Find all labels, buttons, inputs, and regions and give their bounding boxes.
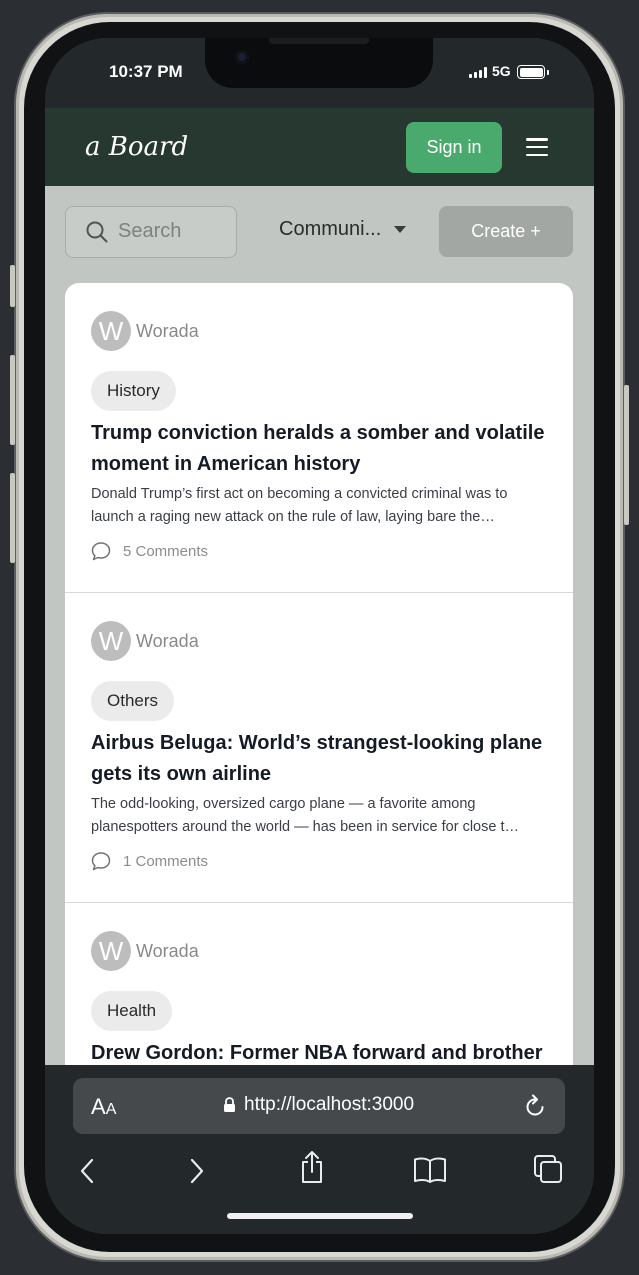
author-name: Worada [136,630,199,651]
browser-toolbar: AA http://localhost:3000 [45,1065,594,1234]
category-tag: Health [91,991,173,1031]
home-indicator[interactable] [227,1213,413,1219]
comments-link[interactable]: 1 Comments [91,851,208,871]
volume-down-button [10,473,15,563]
comments-link[interactable]: 5 Comments [91,541,208,561]
community-label: Communi... [279,218,382,240]
create-button[interactable]: Create + [439,206,573,257]
status-time: 10:37 PM [109,62,183,81]
lock-icon [224,1097,235,1112]
post-card[interactable]: W Worada History Trump conviction herald… [65,283,573,593]
search-icon [86,221,108,243]
post-card[interactable]: W Worada Health Drew Gordon: Former NBA … [65,903,573,1065]
volume-up-button [10,355,15,445]
post-title[interactable]: Airbus Beluga: World’s strangest-looking… [91,728,561,790]
chevron-down-icon [394,226,407,233]
url-text: http://localhost:3000 [244,1094,415,1115]
category-tag: History [91,371,176,411]
chevron-right-icon[interactable] [189,1158,205,1184]
community-dropdown[interactable]: Communi... [279,218,407,241]
signal-icon [469,67,487,78]
avatar: W [91,311,131,351]
speech-bubble-icon [91,852,111,871]
notch [205,38,433,88]
post-title[interactable]: Drew Gordon: Former NBA forward and brot… [91,1038,561,1065]
post-feed: W Worada History Trump conviction herald… [65,283,573,1065]
post-author: W Worada [91,621,199,661]
avatar: W [91,931,131,971]
category-tag: Others [91,681,175,721]
text-size-button[interactable]: AA [91,1094,116,1120]
mute-switch [10,265,15,307]
status-bar: 10:37 PM 5G [45,38,594,108]
chevron-left-icon[interactable] [79,1158,95,1184]
post-card[interactable]: W Worada Others Airbus Beluga: World’s s… [65,593,573,903]
front-camera [235,50,249,64]
battery-tip [547,70,549,75]
address-bar[interactable]: AA http://localhost:3000 [73,1078,565,1134]
phone-screen: 10:37 PM 5G a Board Sign in Communi... [45,38,594,1234]
post-excerpt: The odd-looking, oversized cargo plane —… [91,796,519,835]
tabs-icon[interactable] [533,1154,563,1184]
app-header: a Board Sign in [45,108,594,186]
power-button [624,385,629,525]
app-logo[interactable]: a Board [85,132,188,162]
author-name: Worada [136,320,199,341]
url-display[interactable]: http://localhost:3000 [223,1094,414,1116]
post-title[interactable]: Trump conviction heralds a somber and vo… [91,418,561,480]
hamburger-menu-icon[interactable] [526,138,548,156]
network-type: 5G [492,63,511,79]
reload-icon[interactable] [523,1093,547,1119]
post-author: W Worada [91,311,199,351]
sign-in-button[interactable]: Sign in [406,122,502,173]
book-icon[interactable] [413,1156,447,1184]
speaker-grille [269,38,369,44]
battery-icon [517,65,545,79]
post-excerpt: Donald Trump’s first act on becoming a c… [91,486,508,525]
comments-count: 5 Comments [123,542,209,560]
search-box[interactable] [65,206,237,258]
comments-count: 1 Comments [123,852,209,870]
post-author: W Worada [91,931,199,971]
share-icon[interactable] [299,1150,325,1184]
browser-nav-row [45,1150,594,1190]
speech-bubble-icon [91,542,111,561]
main-content: Communi... Create + W Worada History Tru… [45,186,594,1065]
search-input[interactable] [118,207,230,256]
avatar: W [91,621,131,661]
author-name: Worada [136,940,199,961]
